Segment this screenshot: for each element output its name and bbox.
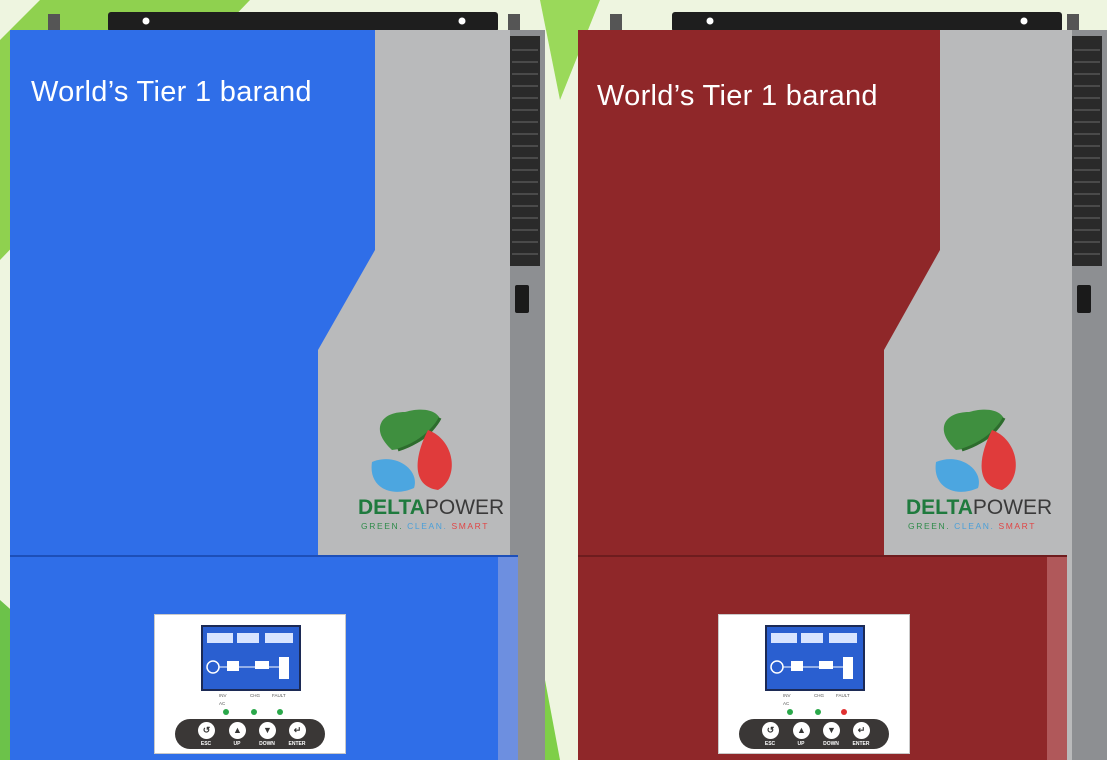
indicator-ac-label: AC bbox=[783, 701, 790, 706]
enter-label: ENTER bbox=[288, 741, 306, 747]
brand-name: DELTAPOWER bbox=[906, 496, 1052, 520]
control-panel-blue: INV AC CHG FAULT ↺ ▲ ▼ ↵ ESC UP DOWN ENT… bbox=[154, 614, 346, 754]
slogan-clean: CLEAN. bbox=[954, 521, 995, 531]
led-fault bbox=[277, 709, 283, 715]
down-button[interactable]: ▼ bbox=[823, 722, 840, 739]
lcd-display bbox=[765, 625, 865, 691]
brand-part2: POWER bbox=[972, 496, 1053, 519]
enter-label: ENTER bbox=[852, 741, 870, 747]
esc-button[interactable]: ↺ bbox=[198, 722, 215, 739]
esc-label: ESC bbox=[764, 741, 776, 747]
inverter-unit-red: World’s Tier 1 barand DELTAPOWER GREEN. … bbox=[562, 0, 1107, 760]
button-bar: ↺ ▲ ▼ ↵ ESC UP DOWN ENTER bbox=[739, 719, 889, 749]
brand-part1: DELTA bbox=[358, 496, 425, 519]
slogan-smart: SMART bbox=[451, 521, 490, 531]
up-label: UP bbox=[233, 741, 241, 747]
down-label: DOWN bbox=[259, 741, 275, 747]
button-bar: ↺ ▲ ▼ ↵ ESC UP DOWN ENTER bbox=[175, 719, 325, 749]
esc-button[interactable]: ↺ bbox=[762, 722, 779, 739]
led-inv bbox=[223, 709, 229, 715]
lcd-display bbox=[201, 625, 301, 691]
led-chg bbox=[251, 709, 257, 715]
down-button[interactable]: ▼ bbox=[259, 722, 276, 739]
brand-slogan: GREEN. CLEAN. SMART bbox=[361, 521, 489, 531]
slogan-smart: SMART bbox=[998, 521, 1037, 531]
enter-button[interactable]: ↵ bbox=[289, 722, 306, 739]
slogan-clean: CLEAN. bbox=[407, 521, 448, 531]
tagline-text: World’s Tier 1 barand bbox=[31, 76, 312, 108]
indicator-inv-label: INV bbox=[219, 693, 227, 698]
control-panel-red: INV AC CHG FAULT ↺ ▲ ▼ ↵ ESC UP DOWN ENT… bbox=[718, 614, 910, 754]
indicator-ac-label: AC bbox=[219, 701, 226, 706]
indicator-fault-label: FAULT bbox=[836, 693, 850, 698]
slogan-green: GREEN. bbox=[361, 521, 404, 531]
up-label: UP bbox=[797, 741, 805, 747]
inverter-unit-blue: World’s Tier 1 barand DELTAPOWER GREEN. … bbox=[0, 0, 545, 760]
up-button[interactable]: ▲ bbox=[229, 722, 246, 739]
tagline-text: World’s Tier 1 barand bbox=[597, 80, 878, 112]
brand-slogan: GREEN. CLEAN. SMART bbox=[908, 521, 1036, 531]
led-inv bbox=[787, 709, 793, 715]
brand-part1: DELTA bbox=[906, 496, 973, 519]
indicator-inv-label: INV bbox=[783, 693, 791, 698]
led-fault bbox=[841, 709, 847, 715]
brand-part2: POWER bbox=[424, 496, 505, 519]
esc-label: ESC bbox=[200, 741, 212, 747]
up-button[interactable]: ▲ bbox=[793, 722, 810, 739]
indicator-fault-label: FAULT bbox=[272, 693, 286, 698]
enter-button[interactable]: ↵ bbox=[853, 722, 870, 739]
indicator-chg-label: CHG bbox=[250, 693, 260, 698]
brand-name: DELTAPOWER bbox=[358, 496, 504, 520]
indicator-chg-label: CHG bbox=[814, 693, 824, 698]
led-chg bbox=[815, 709, 821, 715]
slogan-green: GREEN. bbox=[908, 521, 951, 531]
down-label: DOWN bbox=[823, 741, 839, 747]
